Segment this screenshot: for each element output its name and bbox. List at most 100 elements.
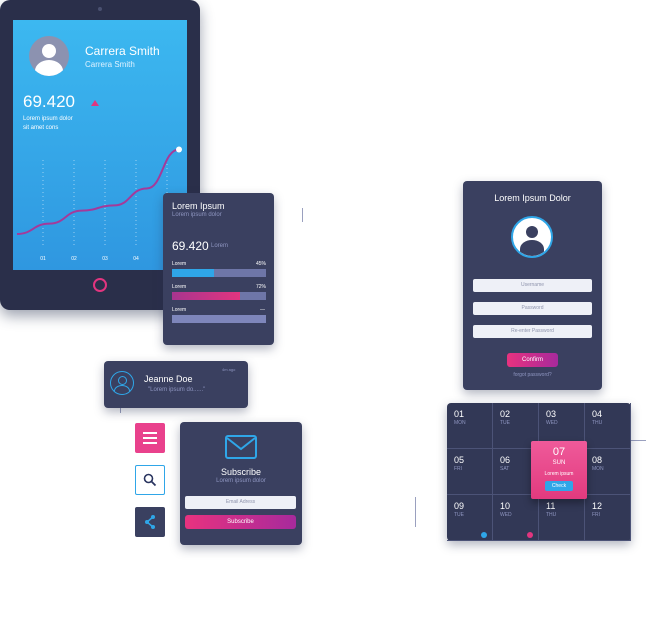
progress-bar [172,292,266,300]
username-field[interactable]: Username [473,279,592,292]
highlight-day-name: SUN [552,460,566,466]
progress-bar [172,315,266,323]
calendar-day-cell[interactable]: 01 MON [447,403,493,449]
calendar-day-name: FRI [592,512,601,518]
mail-icon [225,435,257,459]
calendar-day-name: MON [592,466,604,472]
menu-icon [143,432,157,444]
reenter-password-field[interactable]: Re-enter Password [473,325,592,338]
stats-value: 69.420 [172,239,209,253]
tablet-camera [98,7,102,11]
chart-series-line [16,148,180,235]
highlight-day-text: Lorem ipsum [544,471,574,477]
calendar-day-number: 08 [592,455,603,465]
tablet-screen: Carrera Smith Carrera Smith 69.420 Lorem… [13,20,187,270]
calendar-day-number: 02 [500,409,511,419]
tablet-home-button[interactable] [93,278,107,292]
highlight-day-number: 07 [552,446,566,458]
calendar-highlight-day[interactable]: 07 SUN Lorem ipsum Check [531,441,587,499]
tablet-value: 69.420 [23,92,75,111]
calendar-day-name: WED [546,420,558,426]
connector-line [302,208,303,222]
calendar-day-cell[interactable]: 04 THU [585,403,631,449]
chart-x-label: 04 [133,256,139,262]
calendar-day-cell[interactable]: 12 FRI [585,495,631,541]
calendar-day-number: 10 [500,501,511,511]
search-icon [143,473,157,487]
calendar-day-name: MON [454,420,466,426]
stats-title: Lorem Ipsum [172,201,225,211]
profile-subname: Carrera Smith [85,60,135,69]
calendar-day-number: 03 [546,409,557,419]
subscribe-title: Subscribe [220,467,262,477]
calendar-day-number: 12 [592,501,603,511]
calendar-day-number: 06 [500,455,511,465]
bar-label: Lorem [172,307,187,313]
stats-card: Lorem Ipsum Lorem ipsum dolor 69.420 Lor… [163,193,274,345]
tablet-line-chart: 010203040506 [16,146,182,262]
chart-x-label: 03 [102,256,108,262]
share-button[interactable] [135,507,165,537]
calendar-day-number: 05 [454,455,465,465]
bar-percent: 72% [256,284,267,290]
calendar-day-number: 01 [454,409,465,419]
user-head-icon [526,226,538,238]
message-sender: Jeanne Doe [144,374,193,384]
calendar-day-number: 11 [546,501,556,511]
chart-x-label: 01 [40,256,46,262]
profile-avatar [29,36,69,76]
calendar-day-name: SAT [500,466,510,472]
event-dot [527,532,533,538]
stats-value-label: Lorem [211,243,229,249]
menu-button[interactable] [135,423,165,453]
message-time: 4m ago [222,367,236,372]
user-body-icon [520,240,544,256]
profile-name: Carrera Smith [85,44,160,58]
login-avatar [511,216,553,258]
check-button[interactable]: Check [545,481,573,491]
calendar-day-number: 04 [592,409,603,419]
share-icon [145,515,155,529]
search-button[interactable] [135,465,165,495]
bar-percent: 45% [256,261,267,267]
calendar-day-name: THU [546,512,557,518]
progress-bar [172,269,266,277]
calendar-day-name: TUE [500,420,510,426]
calendar-day-cell[interactable]: 08 MON [585,449,631,495]
message-preview: "Lorem ipsum do......" [148,387,206,393]
subscribe-card: Subscribe Lorem ipsum dolor Email Adress… [180,422,302,545]
calendar-day-name: WED [500,512,512,518]
calendar-day-name: THU [592,420,603,426]
bar-label: Lorem [172,261,187,267]
forgot-password-link[interactable]: forgot password? [463,372,602,378]
login-card: Lorem Ipsum Dolor Username Password Re-e… [463,181,602,390]
bar-percent: — [260,307,265,313]
avatar-body-icon [35,60,63,76]
progress-bar-fill [172,269,215,277]
calendar-day-name: FRI [454,466,463,472]
bar-label: Lorem [172,284,187,290]
password-field[interactable]: Password [473,302,592,315]
avatar-head-icon [42,44,56,58]
up-arrow-icon [91,100,99,106]
email-field[interactable]: Email Adress [185,496,296,509]
calendar-day-cell[interactable]: 05 FRI [447,449,493,495]
calendar-card: 01MON02TUE03WED04THU05FRI06SAT07SUN08MON… [447,403,631,541]
calendar-day-number: 09 [454,501,465,511]
chart-x-label: 02 [71,256,77,262]
subscribe-subtitle: Lorem ipsum dolor [216,478,266,484]
connector-line [415,497,416,527]
chart-end-point [176,146,182,153]
message-card[interactable]: Jeanne Doe 4m ago "Lorem ipsum do......" [104,361,248,408]
calendar-day-name: TUE [454,512,464,518]
confirm-button[interactable]: Confirm [507,353,558,367]
subscribe-button[interactable]: Subscribe [185,515,296,529]
calendar-day-cell[interactable]: 11 THU [539,495,585,541]
user-circle-body [114,385,130,394]
stats-subtitle: Lorem ipsum dolor [172,212,222,218]
progress-bar-fill [172,292,240,300]
user-circle-icon [110,371,134,395]
event-dot [481,532,487,538]
login-title: Lorem Ipsum Dolor [494,193,571,203]
user-circle-head [118,376,127,385]
